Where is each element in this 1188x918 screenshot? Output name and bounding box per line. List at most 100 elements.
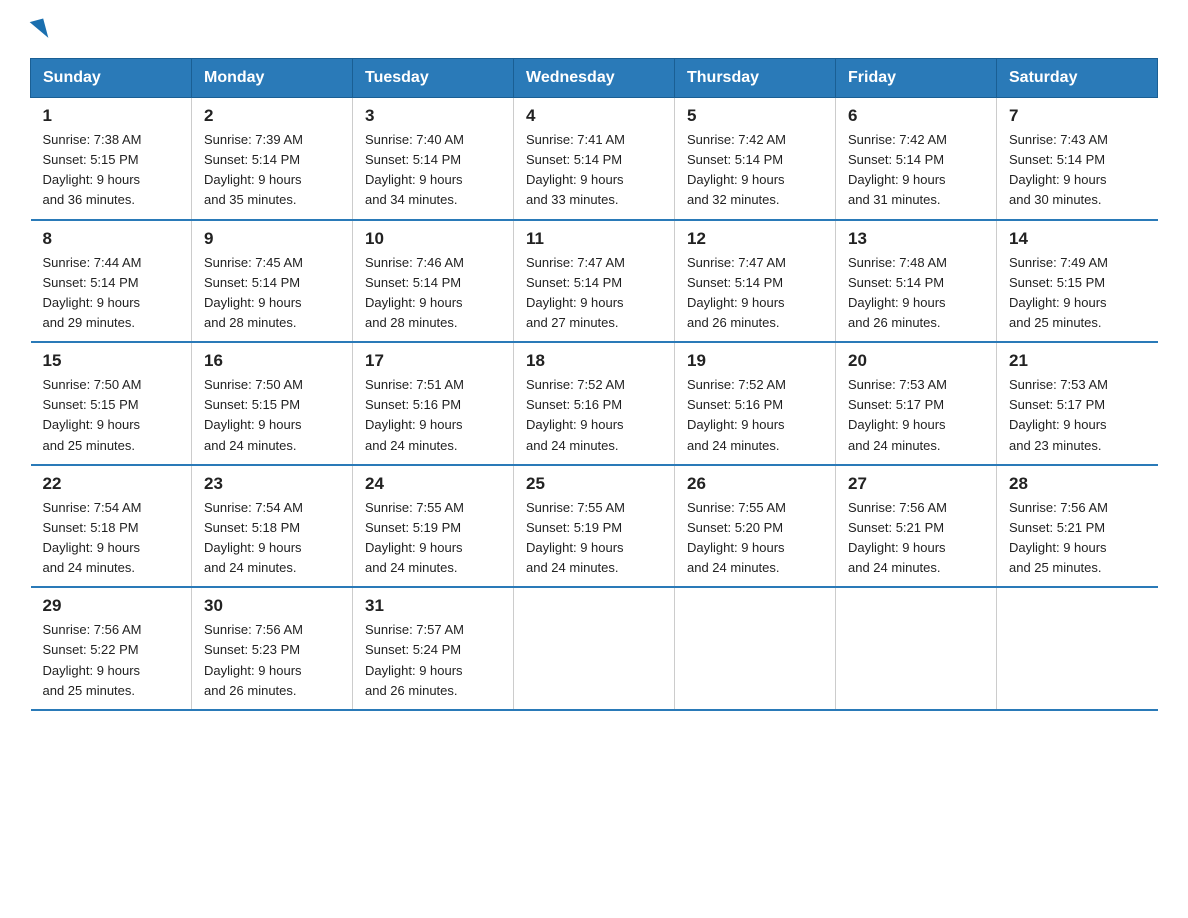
day-number: 12 <box>687 229 823 249</box>
day-number: 15 <box>43 351 180 371</box>
calendar-cell: 21 Sunrise: 7:53 AMSunset: 5:17 PMDaylig… <box>997 342 1158 465</box>
calendar-cell: 28 Sunrise: 7:56 AMSunset: 5:21 PMDaylig… <box>997 465 1158 588</box>
calendar-cell: 27 Sunrise: 7:56 AMSunset: 5:21 PMDaylig… <box>836 465 997 588</box>
logo-arrow-icon <box>30 19 49 42</box>
day-number: 28 <box>1009 474 1146 494</box>
calendar-cell: 6 Sunrise: 7:42 AMSunset: 5:14 PMDayligh… <box>836 98 997 220</box>
day-number: 20 <box>848 351 984 371</box>
day-number: 30 <box>204 596 340 616</box>
calendar-cell: 10 Sunrise: 7:46 AMSunset: 5:14 PMDaylig… <box>353 220 514 343</box>
calendar-cell: 9 Sunrise: 7:45 AMSunset: 5:14 PMDayligh… <box>192 220 353 343</box>
weekday-header-friday: Friday <box>836 59 997 98</box>
day-info: Sunrise: 7:55 AMSunset: 5:20 PMDaylight:… <box>687 500 786 575</box>
weekday-header-row: SundayMondayTuesdayWednesdayThursdayFrid… <box>31 59 1158 98</box>
calendar-cell: 20 Sunrise: 7:53 AMSunset: 5:17 PMDaylig… <box>836 342 997 465</box>
calendar-week-row: 22 Sunrise: 7:54 AMSunset: 5:18 PMDaylig… <box>31 465 1158 588</box>
weekday-header-monday: Monday <box>192 59 353 98</box>
weekday-header-sunday: Sunday <box>31 59 192 98</box>
day-number: 4 <box>526 106 662 126</box>
day-info: Sunrise: 7:51 AMSunset: 5:16 PMDaylight:… <box>365 377 464 452</box>
day-info: Sunrise: 7:57 AMSunset: 5:24 PMDaylight:… <box>365 622 464 697</box>
weekday-header-wednesday: Wednesday <box>514 59 675 98</box>
day-number: 26 <box>687 474 823 494</box>
calendar-cell: 24 Sunrise: 7:55 AMSunset: 5:19 PMDaylig… <box>353 465 514 588</box>
day-number: 6 <box>848 106 984 126</box>
logo <box>30 20 48 40</box>
page-header <box>30 20 1158 40</box>
day-number: 13 <box>848 229 984 249</box>
calendar-cell <box>514 587 675 710</box>
day-info: Sunrise: 7:56 AMSunset: 5:21 PMDaylight:… <box>848 500 947 575</box>
day-info: Sunrise: 7:53 AMSunset: 5:17 PMDaylight:… <box>848 377 947 452</box>
calendar-week-row: 29 Sunrise: 7:56 AMSunset: 5:22 PMDaylig… <box>31 587 1158 710</box>
calendar-cell <box>836 587 997 710</box>
day-info: Sunrise: 7:39 AMSunset: 5:14 PMDaylight:… <box>204 132 303 207</box>
day-info: Sunrise: 7:56 AMSunset: 5:23 PMDaylight:… <box>204 622 303 697</box>
day-number: 18 <box>526 351 662 371</box>
day-number: 11 <box>526 229 662 249</box>
day-number: 23 <box>204 474 340 494</box>
day-number: 2 <box>204 106 340 126</box>
calendar-cell: 18 Sunrise: 7:52 AMSunset: 5:16 PMDaylig… <box>514 342 675 465</box>
day-info: Sunrise: 7:44 AMSunset: 5:14 PMDaylight:… <box>43 255 142 330</box>
calendar-cell: 12 Sunrise: 7:47 AMSunset: 5:14 PMDaylig… <box>675 220 836 343</box>
day-info: Sunrise: 7:46 AMSunset: 5:14 PMDaylight:… <box>365 255 464 330</box>
day-info: Sunrise: 7:50 AMSunset: 5:15 PMDaylight:… <box>43 377 142 452</box>
day-info: Sunrise: 7:52 AMSunset: 5:16 PMDaylight:… <box>687 377 786 452</box>
calendar-cell: 13 Sunrise: 7:48 AMSunset: 5:14 PMDaylig… <box>836 220 997 343</box>
calendar-cell: 2 Sunrise: 7:39 AMSunset: 5:14 PMDayligh… <box>192 98 353 220</box>
day-info: Sunrise: 7:40 AMSunset: 5:14 PMDaylight:… <box>365 132 464 207</box>
calendar-cell: 14 Sunrise: 7:49 AMSunset: 5:15 PMDaylig… <box>997 220 1158 343</box>
logo-blue-part <box>30 20 48 40</box>
day-info: Sunrise: 7:55 AMSunset: 5:19 PMDaylight:… <box>526 500 625 575</box>
day-info: Sunrise: 7:49 AMSunset: 5:15 PMDaylight:… <box>1009 255 1108 330</box>
day-info: Sunrise: 7:52 AMSunset: 5:16 PMDaylight:… <box>526 377 625 452</box>
day-info: Sunrise: 7:56 AMSunset: 5:21 PMDaylight:… <box>1009 500 1108 575</box>
day-number: 3 <box>365 106 501 126</box>
weekday-header-saturday: Saturday <box>997 59 1158 98</box>
day-number: 24 <box>365 474 501 494</box>
day-info: Sunrise: 7:41 AMSunset: 5:14 PMDaylight:… <box>526 132 625 207</box>
calendar-cell: 17 Sunrise: 7:51 AMSunset: 5:16 PMDaylig… <box>353 342 514 465</box>
day-info: Sunrise: 7:43 AMSunset: 5:14 PMDaylight:… <box>1009 132 1108 207</box>
calendar-cell: 8 Sunrise: 7:44 AMSunset: 5:14 PMDayligh… <box>31 220 192 343</box>
day-number: 17 <box>365 351 501 371</box>
day-info: Sunrise: 7:42 AMSunset: 5:14 PMDaylight:… <box>848 132 947 207</box>
day-number: 22 <box>43 474 180 494</box>
calendar-cell <box>997 587 1158 710</box>
day-info: Sunrise: 7:42 AMSunset: 5:14 PMDaylight:… <box>687 132 786 207</box>
day-info: Sunrise: 7:55 AMSunset: 5:19 PMDaylight:… <box>365 500 464 575</box>
day-number: 8 <box>43 229 180 249</box>
day-number: 27 <box>848 474 984 494</box>
calendar-table: SundayMondayTuesdayWednesdayThursdayFrid… <box>30 58 1158 711</box>
weekday-header-thursday: Thursday <box>675 59 836 98</box>
day-info: Sunrise: 7:38 AMSunset: 5:15 PMDaylight:… <box>43 132 142 207</box>
calendar-cell: 3 Sunrise: 7:40 AMSunset: 5:14 PMDayligh… <box>353 98 514 220</box>
day-info: Sunrise: 7:48 AMSunset: 5:14 PMDaylight:… <box>848 255 947 330</box>
calendar-cell: 19 Sunrise: 7:52 AMSunset: 5:16 PMDaylig… <box>675 342 836 465</box>
calendar-week-row: 1 Sunrise: 7:38 AMSunset: 5:15 PMDayligh… <box>31 98 1158 220</box>
calendar-week-row: 15 Sunrise: 7:50 AMSunset: 5:15 PMDaylig… <box>31 342 1158 465</box>
calendar-cell: 31 Sunrise: 7:57 AMSunset: 5:24 PMDaylig… <box>353 587 514 710</box>
day-number: 25 <box>526 474 662 494</box>
calendar-cell: 26 Sunrise: 7:55 AMSunset: 5:20 PMDaylig… <box>675 465 836 588</box>
calendar-cell: 5 Sunrise: 7:42 AMSunset: 5:14 PMDayligh… <box>675 98 836 220</box>
day-number: 9 <box>204 229 340 249</box>
calendar-week-row: 8 Sunrise: 7:44 AMSunset: 5:14 PMDayligh… <box>31 220 1158 343</box>
day-info: Sunrise: 7:47 AMSunset: 5:14 PMDaylight:… <box>687 255 786 330</box>
calendar-cell: 30 Sunrise: 7:56 AMSunset: 5:23 PMDaylig… <box>192 587 353 710</box>
calendar-cell: 22 Sunrise: 7:54 AMSunset: 5:18 PMDaylig… <box>31 465 192 588</box>
calendar-cell: 25 Sunrise: 7:55 AMSunset: 5:19 PMDaylig… <box>514 465 675 588</box>
day-info: Sunrise: 7:47 AMSunset: 5:14 PMDaylight:… <box>526 255 625 330</box>
day-number: 16 <box>204 351 340 371</box>
day-number: 21 <box>1009 351 1146 371</box>
day-info: Sunrise: 7:45 AMSunset: 5:14 PMDaylight:… <box>204 255 303 330</box>
day-number: 31 <box>365 596 501 616</box>
day-number: 1 <box>43 106 180 126</box>
calendar-cell: 23 Sunrise: 7:54 AMSunset: 5:18 PMDaylig… <box>192 465 353 588</box>
day-number: 7 <box>1009 106 1146 126</box>
day-number: 5 <box>687 106 823 126</box>
day-info: Sunrise: 7:54 AMSunset: 5:18 PMDaylight:… <box>43 500 142 575</box>
day-number: 19 <box>687 351 823 371</box>
calendar-cell: 1 Sunrise: 7:38 AMSunset: 5:15 PMDayligh… <box>31 98 192 220</box>
